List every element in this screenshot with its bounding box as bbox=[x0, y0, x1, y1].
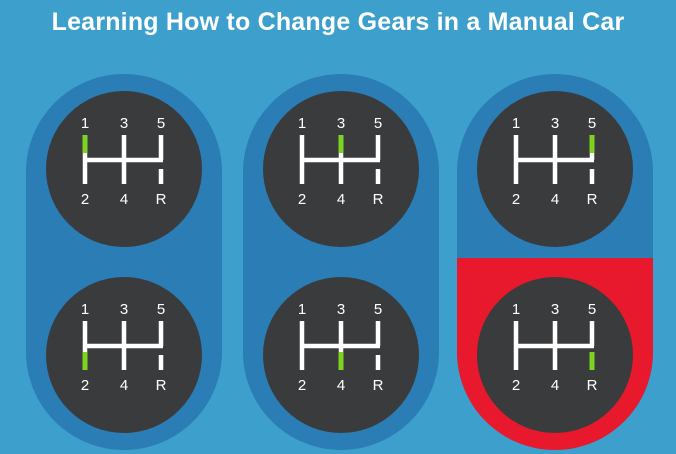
shift-pattern-icon: 1 3 5 2 4 R bbox=[298, 301, 384, 394]
gear-label-5: 5 bbox=[374, 115, 382, 132]
shift-pattern-icon: 1 3 5 2 4 R bbox=[81, 301, 167, 394]
gear-label-r: R bbox=[587, 377, 598, 394]
gear-label-4: 4 bbox=[337, 191, 345, 208]
gear-label-r: R bbox=[156, 191, 167, 208]
shift-pattern-icon: 1 3 5 2 4 R bbox=[512, 115, 598, 208]
shift-pattern-icon: 1 3 5 2 4 R bbox=[298, 115, 384, 208]
gear-label-r: R bbox=[156, 377, 167, 394]
gear-label-2: 2 bbox=[512, 377, 520, 394]
gear-label-r: R bbox=[587, 191, 598, 208]
gear-label-3: 3 bbox=[551, 301, 559, 318]
gear-label-3: 3 bbox=[120, 115, 128, 132]
knob-gear-r: 1 3 5 2 4 R bbox=[477, 277, 633, 433]
gear-label-1: 1 bbox=[81, 301, 89, 318]
gear-label-2: 2 bbox=[81, 191, 89, 208]
shift-gate bbox=[513, 321, 595, 370]
gear-label-4: 4 bbox=[120, 191, 128, 208]
gear-column-2: 1 3 5 2 4 R 1 3 5 2 4 R bbox=[243, 74, 439, 450]
gear-label-1: 1 bbox=[512, 115, 520, 132]
knob-gear-3: 1 3 5 2 4 R bbox=[263, 91, 419, 247]
gear-label-2: 2 bbox=[298, 191, 306, 208]
shift-gate bbox=[82, 321, 164, 370]
knob-gear-2: 1 3 5 2 4 R bbox=[46, 277, 202, 433]
gear-label-5: 5 bbox=[157, 115, 165, 132]
gear-label-5: 5 bbox=[588, 115, 596, 132]
gear-label-r: R bbox=[373, 191, 384, 208]
gear-column-3: 1 3 5 2 4 R 1 3 5 2 4 R bbox=[457, 74, 653, 450]
gear-label-1: 1 bbox=[81, 115, 89, 132]
gear-label-2: 2 bbox=[512, 191, 520, 208]
gear-label-1: 1 bbox=[298, 115, 306, 132]
gear-label-5: 5 bbox=[588, 301, 596, 318]
shift-gate bbox=[513, 135, 595, 184]
gear-column-1: 1 3 5 2 4 R 1 3 5 2 4 R bbox=[26, 74, 222, 450]
gear-label-1: 1 bbox=[512, 301, 520, 318]
knob-gear-4: 1 3 5 2 4 R bbox=[263, 277, 419, 433]
gear-label-4: 4 bbox=[551, 191, 559, 208]
gear-label-2: 2 bbox=[81, 377, 89, 394]
gear-label-3: 3 bbox=[337, 115, 345, 132]
gear-label-r: R bbox=[373, 377, 384, 394]
knob-gear-1: 1 3 5 2 4 R bbox=[46, 91, 202, 247]
gear-label-5: 5 bbox=[374, 301, 382, 318]
gear-label-2: 2 bbox=[298, 377, 306, 394]
shift-pattern-icon: 1 3 5 2 4 R bbox=[81, 115, 167, 208]
knob-gear-5: 1 3 5 2 4 R bbox=[477, 91, 633, 247]
shift-pattern-icon: 1 3 5 2 4 R bbox=[512, 301, 598, 394]
gear-label-5: 5 bbox=[157, 301, 165, 318]
shift-gate bbox=[82, 135, 164, 184]
gear-label-3: 3 bbox=[120, 301, 128, 318]
gear-label-4: 4 bbox=[120, 377, 128, 394]
gear-label-4: 4 bbox=[551, 377, 559, 394]
gear-label-3: 3 bbox=[337, 301, 345, 318]
page-title: Learning How to Change Gears in a Manual… bbox=[51, 8, 625, 36]
gear-label-1: 1 bbox=[298, 301, 306, 318]
gear-label-3: 3 bbox=[551, 115, 559, 132]
gear-label-4: 4 bbox=[337, 377, 345, 394]
